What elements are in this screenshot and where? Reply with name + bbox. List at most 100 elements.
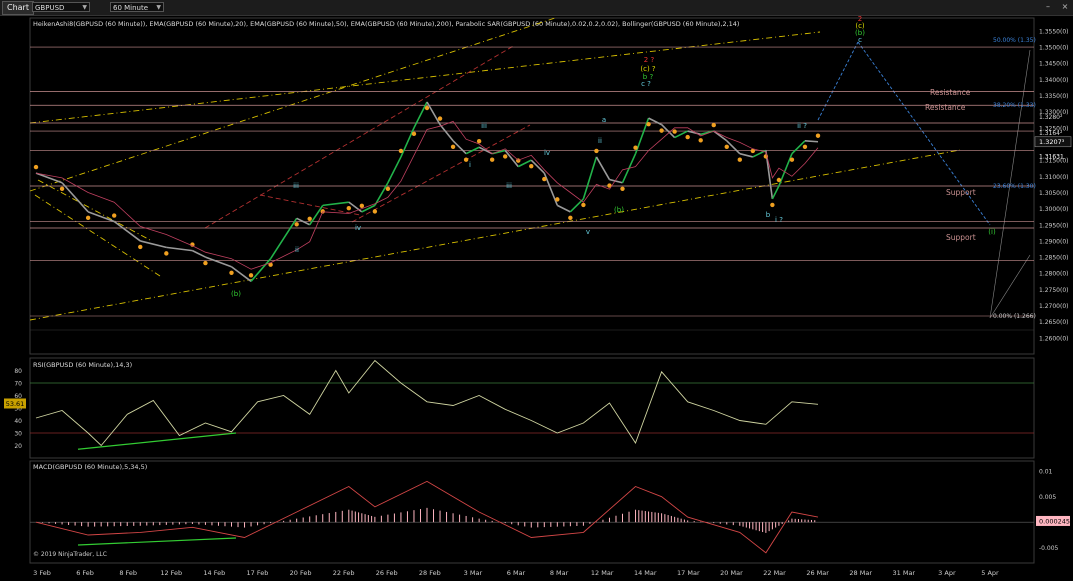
wave-label: i (469, 161, 471, 169)
sar-dot (33, 164, 39, 170)
sar-dot (450, 144, 456, 149)
sar-dot (203, 260, 208, 266)
sar-dot (555, 197, 560, 202)
time-tick-label: 12 Mar (591, 569, 614, 577)
yellow-channel-lines (29, 17, 961, 321)
price-segment (87, 211, 115, 223)
fib-labels: 50.00% (1.35) 38.20% (1.33) 23.60% (1.30) 0… (993, 37, 1036, 320)
price-segment (113, 220, 141, 242)
sar-dot (672, 129, 677, 134)
rsi-tick-label: 30 (14, 431, 22, 438)
resistance-label: Resistance (925, 103, 966, 112)
fib-label: 23.60% (1.30) (993, 183, 1036, 190)
sar-dot (815, 133, 821, 138)
time-tick-label: 14 Mar (634, 569, 657, 577)
time-tick-label: 8 Feb (119, 569, 137, 577)
wave-label: b (766, 211, 771, 219)
sar-dot (594, 148, 599, 154)
price-segment (413, 101, 428, 129)
time-tick-label: 20 Feb (290, 569, 312, 577)
time-tick-label: 28 Feb (419, 569, 441, 577)
wave-label: (b) (614, 206, 624, 214)
wave-label: c (858, 36, 862, 44)
sar-dot (503, 154, 508, 159)
fib-label: 50.00% (1.35) (993, 37, 1036, 44)
sar-dot (463, 157, 469, 162)
fib-label: 0.00% (1.266) (993, 313, 1036, 320)
macd-plot: 0.010.0050-0.0050.000245 (30, 469, 1070, 554)
sar-dot (685, 134, 690, 140)
rsi-tick-label: 70 (14, 381, 22, 388)
price-segment (348, 201, 363, 213)
time-tick-label: 5 Apr (981, 569, 999, 577)
chart-canvas[interactable]: HeikenAshi8(GBPUSD (60 Minute)), EMA(GBP… (0, 0, 1073, 581)
rsi-tick-label: 80 (14, 368, 22, 375)
sar-dot (372, 209, 378, 214)
sar-dot (568, 215, 573, 221)
sar-dot (398, 148, 404, 154)
price-segment (231, 266, 252, 282)
price-segment (556, 204, 571, 213)
wave-label: ii (598, 137, 602, 145)
sar-dot (437, 116, 443, 121)
sar-dot (476, 139, 482, 144)
price-panel-title: HeikenAshi8(GBPUSD (60 Minute)), EMA(GBP… (33, 20, 739, 28)
wave-label: 2 ? (644, 56, 655, 64)
time-tick-label: 20 Mar (720, 569, 743, 577)
rsi-plot: 8070605040302053.61 (4, 359, 1034, 450)
macd-divergence-line (77, 537, 237, 546)
sar-dot (789, 157, 795, 162)
time-tick-label: 6 Mar (507, 569, 526, 577)
sar-dot (320, 209, 325, 214)
sar-dot (646, 121, 651, 127)
price-tick-label: 1.2750(0) (1039, 287, 1069, 294)
resistance-label: Resistance (930, 88, 971, 97)
fib-label: 38.20% (1.33) (993, 102, 1036, 109)
projection-lines (817, 41, 991, 226)
time-tick-label: 26 Mar (806, 569, 829, 577)
rsi-divergence-line (77, 432, 237, 450)
sar-dot (248, 273, 254, 278)
sar-dot (633, 145, 638, 150)
wave-label: ii ? (797, 122, 807, 130)
price-tick-label: 1.2700(0) (1039, 303, 1069, 310)
time-tick-label: 17 Feb (247, 569, 269, 577)
horizontal-levels: Resistance Resistance Support Support (30, 46, 1034, 261)
price-segment (713, 130, 728, 142)
time-tick-label: 22 Mar (763, 569, 786, 577)
wave-label: ii (295, 246, 299, 254)
sar-dot (620, 186, 625, 191)
price-axis: 1.3550(0) 1.3500(0) 1.3450(0) 1.3400(0) 1.33… (1034, 28, 1072, 342)
price-tick-label: 1.2650(0) (1039, 319, 1069, 326)
wave-label: iii (481, 122, 487, 130)
price-segment (595, 156, 611, 180)
price-segment (771, 185, 780, 200)
price-tick-label: 1.3450(0) (1039, 61, 1069, 68)
rsi-tick-label: 40 (14, 418, 22, 425)
wave-label: (i) (988, 228, 996, 236)
price-tick-label: 1.3050(0) (1039, 190, 1069, 197)
price-marker-label: 1.3164² (1039, 130, 1063, 137)
time-tick-label: 12 Feb (160, 569, 182, 577)
sar-dot (711, 122, 716, 128)
sar-dot (359, 203, 365, 209)
price-tick-label: 1.3400(0) (1039, 77, 1069, 84)
price-marker-label: 1.3280² (1039, 114, 1063, 121)
copyright-text: © 2019 NinjaTrader, LLC (33, 551, 107, 558)
price-segment (387, 156, 402, 184)
sar-dot (776, 177, 782, 183)
sar-dot (581, 202, 586, 208)
time-tick-label: 3 Feb (33, 569, 51, 577)
price-segment (543, 172, 559, 206)
macd-tick-label: 0.01 (1039, 469, 1053, 476)
sar-dot (385, 186, 391, 191)
wave-label: (c) ? (640, 65, 656, 73)
time-tick-label: 3 Mar (464, 569, 483, 577)
wave-labels: (b)iviiiiiiiiiivva(b)2 ?(c) ?b ?c ?ii ?b… (231, 15, 996, 298)
wave-label: v (586, 228, 590, 236)
price-segment (739, 152, 754, 158)
time-tick-label: 28 Mar (849, 569, 872, 577)
sar-dot (489, 157, 495, 162)
sar-dot (659, 128, 664, 133)
time-tick-label: 14 Feb (203, 569, 225, 577)
